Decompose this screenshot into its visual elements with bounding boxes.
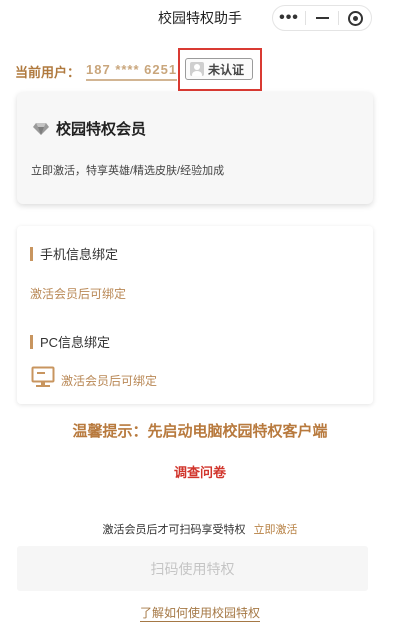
membership-card[interactable]: 校园特权会员 立即激活，特享英雄/精选皮肤/经验加成 (17, 92, 373, 204)
monitor-icon (31, 366, 55, 387)
learn-how-link[interactable]: 了解如何使用校园特权 (139, 606, 260, 622)
close-button[interactable] (339, 6, 371, 30)
pc-bind-note[interactable]: 激活会员后可绑定 (61, 372, 157, 389)
cert-status-text: 未认证 (208, 62, 245, 77)
scan-button[interactable]: 扫码使用特权 (17, 546, 368, 591)
more-button[interactable]: ••• (273, 6, 305, 30)
phone-bind-header: 手机信息绑定 (30, 244, 118, 263)
close-target-icon (347, 10, 363, 26)
current-user-label: 当前用户： (15, 64, 81, 80)
phone-bind-note[interactable]: 激活会员后可绑定 (30, 285, 126, 302)
capsule-menu: ••• (272, 5, 372, 31)
cert-status-badge[interactable]: 未认证 (185, 58, 253, 80)
minimize-icon (315, 17, 329, 19)
binding-card: 手机信息绑定 激活会员后可绑定 PC信息绑定 激活会员后可绑定 (17, 226, 373, 404)
phone-bind-title: 手机信息绑定 (40, 247, 119, 262)
activate-now-link[interactable]: 立即激活 (254, 524, 298, 536)
membership-title: 校园特权会员 (56, 121, 147, 138)
section-accent-bar (30, 334, 33, 349)
pc-bind-title: PC信息绑定 (40, 335, 111, 350)
section-accent-bar (30, 246, 33, 261)
user-avatar-icon (190, 62, 204, 76)
cert-highlight-box: 未认证 (178, 48, 262, 91)
user-phone: 187 **** 6251 (86, 62, 178, 81)
diamond-icon (33, 122, 49, 135)
membership-desc: 立即激活，特享英雄/精选皮肤/经验加成 (31, 165, 225, 177)
activate-row: 激活会员后才可扫码享受特权 立即激活 (0, 521, 400, 537)
current-user-row: 当前用户： 187 **** 6251 (15, 58, 178, 84)
minimize-button[interactable] (306, 6, 338, 30)
title-bar: 校园特权助手 ••• (0, 0, 400, 34)
more-icon: ••• (279, 9, 299, 26)
pc-bind-header: PC信息绑定 (30, 332, 110, 351)
survey-link[interactable]: 调查问卷 (0, 462, 400, 481)
learn-how-link-row: 了解如何使用校园特权 (0, 604, 400, 622)
membership-title-row: 校园特权会员 (32, 118, 146, 139)
activate-hint: 激活会员后才可扫码享受特权 (102, 524, 246, 536)
warm-tip: 温馨提示：先启动电脑校园特权客户端 (72, 423, 328, 440)
